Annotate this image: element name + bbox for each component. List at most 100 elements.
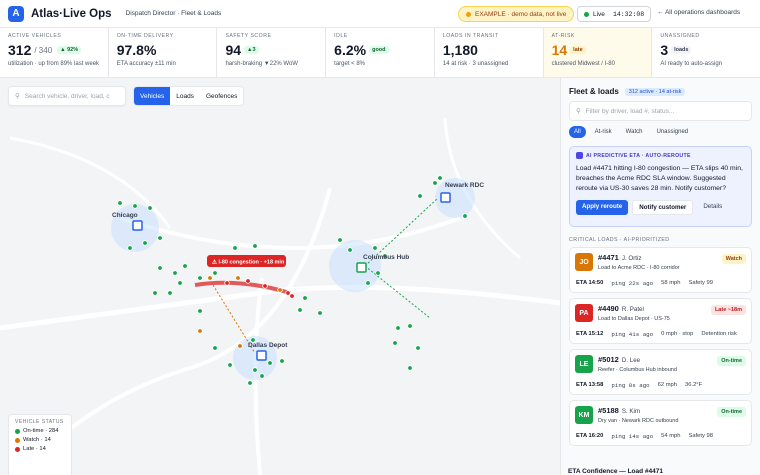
vehicle-marker[interactable] bbox=[337, 237, 343, 243]
load-card[interactable]: PA #4490 R. Patel Load to Dallas Depot · US… bbox=[569, 298, 752, 344]
load-speed: 54 mph bbox=[661, 433, 681, 439]
load-card[interactable]: LE #5012 D. Lee Reefer · Columbus Hub inbou… bbox=[569, 349, 752, 395]
tab-loads[interactable]: Loads bbox=[170, 87, 200, 105]
vehicle-marker[interactable] bbox=[207, 275, 213, 281]
tab-vehicles[interactable]: Vehicles bbox=[134, 87, 171, 105]
load-ping: ping 14s ago bbox=[611, 433, 654, 440]
vehicle-marker[interactable] bbox=[167, 290, 173, 296]
vehicle-marker[interactable] bbox=[415, 345, 421, 351]
kpi-on-time[interactable]: ON-TIME DELIVERY 97.8% ETA accuracy ±11 … bbox=[109, 28, 218, 77]
filter-at-risk[interactable]: At-risk bbox=[590, 126, 617, 138]
vehicle-marker[interactable] bbox=[437, 175, 443, 181]
hub-marker-icon[interactable] bbox=[440, 192, 451, 203]
vehicle-marker[interactable] bbox=[212, 270, 218, 276]
all-dashboards-link[interactable]: ← All operations dashboards bbox=[657, 9, 740, 16]
load-eta: ETA 13:58 bbox=[576, 382, 604, 388]
filter-watch[interactable]: Watch bbox=[621, 126, 648, 138]
critical-loads-heading: CRITICAL LOADS · AI-PRIORITIZED bbox=[569, 237, 670, 243]
vehicle-marker[interactable] bbox=[152, 290, 158, 296]
vehicle-marker[interactable] bbox=[252, 243, 258, 249]
vehicle-marker[interactable] bbox=[197, 275, 203, 281]
vehicle-marker[interactable] bbox=[117, 200, 123, 206]
load-card[interactable]: JO #4471 J. Ortiz Load to Acme RDC · I-80 c… bbox=[569, 247, 752, 293]
vehicle-marker[interactable] bbox=[407, 323, 413, 329]
all-dashboards-label: All operations dashboards bbox=[664, 9, 741, 16]
kpi-loads-in-transit[interactable]: LOADS IN TRANSIT 1,180 14 at risk · 3 un… bbox=[435, 28, 544, 77]
fleet-map[interactable]: Chicago Newark RDC Columbus Hub Dallas D… bbox=[0, 78, 560, 475]
route-line bbox=[364, 265, 431, 319]
hub-marker-icon[interactable] bbox=[132, 220, 143, 231]
hub-marker-icon[interactable] bbox=[256, 350, 267, 361]
vehicle-marker[interactable] bbox=[297, 307, 303, 313]
hub-marker-icon[interactable] bbox=[356, 262, 367, 273]
vehicle-marker[interactable] bbox=[317, 310, 323, 316]
tab-geofences[interactable]: Geofences bbox=[200, 87, 243, 105]
load-title: #4471 J. Ortiz bbox=[598, 253, 641, 262]
vehicle-marker[interactable] bbox=[267, 360, 273, 366]
vehicle-marker[interactable] bbox=[462, 213, 468, 219]
vehicle-marker[interactable] bbox=[279, 358, 285, 364]
ai-eta-card: AI PREDICTIVE ETA · AUTO-REROUTE Load #4… bbox=[569, 146, 752, 227]
load-title: #5012 D. Lee bbox=[598, 355, 640, 364]
vehicle-marker[interactable] bbox=[259, 373, 265, 379]
vehicle-marker[interactable] bbox=[252, 367, 258, 373]
panel-filter-input[interactable]: ⚲ Filter by driver, load #, status... bbox=[569, 101, 752, 121]
vehicle-marker[interactable] bbox=[157, 265, 163, 271]
kpi-active-vehicles[interactable]: ACTIVE VEHICLES 312/ 340 ▲ 92% utilizatio… bbox=[0, 28, 109, 77]
filter-all[interactable]: All bbox=[569, 126, 586, 138]
vehicle-marker[interactable] bbox=[177, 280, 183, 286]
vehicle-marker[interactable] bbox=[197, 328, 203, 334]
details-button[interactable]: Details bbox=[697, 200, 728, 215]
load-route: Dry van · Newark RDC outbound bbox=[598, 418, 679, 424]
vehicle-marker[interactable] bbox=[197, 308, 203, 314]
vehicle-marker[interactable] bbox=[395, 325, 401, 331]
load-card[interactable]: KM #5188 S. Kim Dry van · Newark RDC outbou… bbox=[569, 400, 752, 446]
map-search-input[interactable]: Search vehicle, driver, load, c bbox=[25, 93, 110, 100]
vehicle-marker[interactable] bbox=[285, 290, 291, 296]
vehicle-marker[interactable] bbox=[132, 203, 138, 209]
vehicle-marker[interactable] bbox=[432, 180, 438, 186]
filter-unassigned[interactable]: Unassigned bbox=[651, 126, 693, 138]
vehicle-marker[interactable] bbox=[157, 235, 163, 241]
apply-reroute-button[interactable]: Apply reroute bbox=[576, 200, 629, 215]
vehicle-marker[interactable] bbox=[142, 240, 148, 246]
vehicle-marker[interactable] bbox=[147, 205, 153, 211]
vehicle-marker[interactable] bbox=[245, 278, 251, 284]
vehicle-marker[interactable] bbox=[237, 343, 243, 349]
vehicle-marker[interactable] bbox=[289, 293, 295, 299]
load-number: #5188 bbox=[598, 406, 619, 415]
kpi-idle[interactable]: IDLE 6.2% good target < 8% bbox=[326, 28, 435, 77]
vehicle-marker[interactable] bbox=[347, 247, 353, 253]
vehicle-marker[interactable] bbox=[232, 245, 238, 251]
vehicle-marker[interactable] bbox=[227, 362, 233, 368]
vehicle-marker[interactable] bbox=[182, 263, 188, 269]
status-badge: On-time bbox=[717, 356, 746, 366]
vehicle-marker[interactable] bbox=[372, 245, 378, 251]
vehicle-marker[interactable] bbox=[392, 340, 398, 346]
vehicle-marker[interactable] bbox=[262, 283, 268, 289]
vehicle-marker[interactable] bbox=[417, 193, 423, 199]
vehicle-marker[interactable] bbox=[365, 280, 371, 286]
driver-name: D. Lee bbox=[621, 357, 641, 364]
vehicle-marker[interactable] bbox=[407, 365, 413, 371]
vehicle-marker[interactable] bbox=[302, 295, 308, 301]
kpi-label: LOADS IN TRANSIT bbox=[442, 33, 499, 39]
vehicle-marker[interactable] bbox=[127, 245, 133, 251]
breadcrumb: Dispatch Director · Fleet & Loads bbox=[125, 10, 222, 17]
kpi-safety[interactable]: SAFETY SCORE 94 ▲3 harsh-braking ▼22% WoW bbox=[217, 28, 327, 77]
load-number: #5012 bbox=[598, 355, 619, 364]
kpi-at-risk[interactable]: AT-RISK 14 late clustered Midwest / I-80 bbox=[543, 28, 653, 77]
kpi-unassigned[interactable]: UNASSIGNED 3 loads AI ready to auto-assig… bbox=[652, 28, 760, 77]
vehicle-marker[interactable] bbox=[247, 380, 253, 386]
app-logo[interactable]: A bbox=[8, 5, 24, 22]
load-title: #5188 S. Kim bbox=[598, 406, 640, 415]
map-search[interactable]: ⚲ Search vehicle, driver, load, c bbox=[8, 86, 126, 106]
vehicle-marker[interactable] bbox=[172, 270, 178, 276]
vehicle-marker[interactable] bbox=[375, 270, 381, 276]
vehicle-marker[interactable] bbox=[212, 345, 218, 351]
map-canvas[interactable]: Chicago Newark RDC Columbus Hub Dallas D… bbox=[0, 78, 560, 475]
vehicle-marker[interactable] bbox=[224, 280, 230, 286]
vehicle-marker[interactable] bbox=[277, 287, 283, 293]
notify-customer-button[interactable]: Notify customer bbox=[632, 200, 694, 215]
vehicle-marker[interactable] bbox=[235, 275, 241, 281]
